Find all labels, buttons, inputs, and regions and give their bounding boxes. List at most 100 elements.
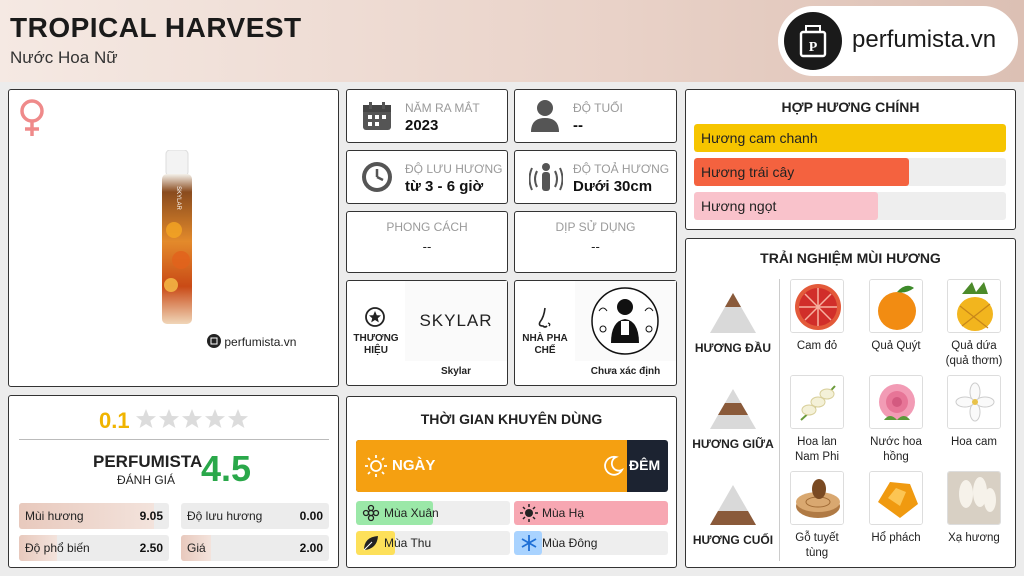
svg-text:P: P — [809, 40, 818, 55]
main-accords-card: HỢP HƯƠNG CHÍNH Hương cam chanh Hương tr… — [685, 89, 1016, 230]
rating-card: 0.1 PERFUMISTA ĐÁNH GIÁ 4.5 Mùi hương 9.0… — [8, 395, 339, 568]
style-label: PHONG CÁCH — [386, 220, 468, 234]
longevity-card: ĐỘ LƯU HƯƠNG từ 3 - 6 giờ — [346, 150, 508, 204]
note-label: Hổ phách — [871, 532, 921, 544]
pineapple-image — [947, 279, 1001, 333]
accord-label: Hương ngọt — [701, 198, 777, 214]
amber-image — [869, 471, 923, 525]
autumn-leaf-icon — [362, 534, 380, 555]
notes-divider — [779, 279, 780, 561]
perfumista-label: PERFUMISTA — [93, 452, 203, 471]
logo-text: perfumista.vn — [852, 26, 997, 53]
occasion-value: -- — [591, 239, 600, 254]
note-label: Nước hoa hồng — [870, 436, 922, 463]
pyramid-top-icon — [708, 291, 758, 340]
brand-name: Skylar — [440, 366, 472, 377]
accord-label: Hương trái cây — [701, 164, 795, 180]
note-label: Xạ hương — [948, 532, 1000, 544]
winter-snowflake-icon — [520, 534, 538, 555]
watermark: perfumista.vn — [207, 334, 296, 349]
perfumer-card[interactable]: NHÀ PHA CHẾ Chưa xác định — [514, 280, 677, 386]
notes-card: TRẢI NGHIỆM MÙI HƯƠNG HƯƠNG ĐẦU Cam đỏ Q… — [685, 238, 1016, 568]
season-summer: Mùa Hạ — [514, 501, 668, 525]
note-label: Cam đỏ — [796, 340, 838, 352]
occasion-card: DỊP SỬ DỤNG -- — [514, 211, 677, 273]
notes-title: TRẢI NGHIỆM MÙI HƯƠNG — [760, 250, 941, 266]
accords-title: HỢP HƯƠNG CHÍNH — [781, 99, 920, 115]
note-label: Gỗ tuyết tùng — [795, 532, 839, 559]
blood-orange-image — [790, 279, 844, 333]
accord-label: Hương cam chanh — [701, 130, 818, 146]
scent-radiation-icon — [528, 161, 564, 198]
accord-bar: Hương ngọt — [694, 192, 1006, 220]
occasion-label: DỊP SỬ DỤNG — [555, 220, 636, 234]
longevity-label: ĐỘ LƯU HƯƠNG — [405, 162, 503, 176]
time-card: THỜI GIAN KHUYÊN DÙNG NGÀY ĐÊM Mùa Xuân … — [346, 396, 677, 568]
brand-card[interactable]: THƯƠNG HIỆU SKYLAR Skylar — [346, 280, 508, 386]
sillage-card: ĐỘ TOẢ HƯƠNG Dưới 30cm — [514, 150, 677, 204]
season-winter: Mùa Đông — [514, 531, 668, 555]
note-label: Hoa cam — [950, 436, 998, 448]
user-score: 0.1 — [99, 408, 130, 433]
sillage-label: ĐỘ TOẢ HƯƠNG — [573, 162, 670, 176]
site-logo[interactable]: P perfumista.vn — [778, 6, 1018, 76]
brand-label: THƯƠNG HIỆU — [353, 333, 399, 356]
sun-icon — [365, 455, 387, 482]
header: TROPICAL HARVEST Nước Hoa Nữ P perfumist… — [0, 0, 1024, 82]
perfumer-avatar — [575, 281, 676, 361]
age-label: ĐỘ TUỔI — [573, 101, 623, 115]
watermark-text: perfumista.vn — [224, 335, 297, 349]
style-card: PHONG CÁCH -- — [346, 211, 508, 273]
style-value: -- — [422, 239, 432, 254]
accord-bar: Hương cam chanh — [694, 124, 1006, 152]
star-rating[interactable] — [135, 408, 251, 437]
note-label: Quả dứa (quả thơm) — [945, 340, 1003, 367]
perfume-bottle-logo-icon: P — [784, 12, 842, 70]
watermark-bottle-icon — [207, 334, 221, 348]
age-value: -- — [573, 117, 583, 134]
perfumer-name: Chưa xác định — [590, 366, 661, 377]
perfumista-score: 4.5 — [201, 448, 252, 489]
age-card: ĐỘ TUỔI -- — [514, 89, 677, 143]
launch-year-value: 2023 — [405, 117, 439, 134]
orange-blossom-image — [947, 375, 1001, 429]
rating-divider — [19, 439, 329, 440]
day-night-bar: NGÀY ĐÊM — [356, 440, 668, 492]
nose-icon — [537, 307, 553, 334]
season-spring: Mùa Xuân — [356, 501, 510, 525]
person-icon — [529, 98, 561, 139]
metric-longevity: Độ lưu hương 0.00 — [181, 503, 329, 529]
note-label: Hoa lan Nam Phi — [794, 436, 840, 463]
perfumista-sublabel: ĐÁNH GIÁ — [117, 473, 176, 487]
star-badge-icon — [365, 307, 385, 332]
season-autumn: Mùa Thu — [356, 531, 510, 555]
day-label: NGÀY — [392, 457, 436, 474]
pyramid-middle-icon — [708, 387, 758, 436]
perfume-bottle-image: SKYLAR — [159, 149, 195, 333]
page-subtitle: Nước Hoa Nữ — [10, 48, 118, 67]
musk-image — [947, 471, 1001, 525]
moon-icon — [602, 455, 625, 482]
bottle-brand-text: SKYLAR — [175, 186, 181, 210]
sillage-value: Dưới 30cm — [573, 178, 653, 195]
accord-bar: Hương trái cây — [694, 158, 1006, 186]
longevity-value: từ 3 - 6 giờ — [405, 178, 484, 195]
middle-notes-label: HƯƠNG GIỮA — [692, 437, 774, 451]
perfumer-label: NHÀ PHA CHẾ — [522, 333, 568, 356]
spring-flower-icon — [362, 504, 380, 525]
launch-year-label: NĂM RA MẮT — [405, 101, 480, 115]
night-label: ĐÊM — [629, 457, 661, 473]
product-image-card: SKYLAR perfumista.vn — [8, 89, 339, 387]
calendar-icon — [361, 100, 393, 137]
freesia-image — [790, 375, 844, 429]
page-title: TROPICAL HARVEST — [10, 12, 302, 43]
cedar-wood-image — [790, 471, 844, 525]
metric-scent: Mùi hương 9.05 — [19, 503, 169, 529]
base-notes-label: HƯƠNG CUỐI — [692, 533, 774, 547]
top-notes-label: HƯƠNG ĐẦU — [694, 341, 772, 355]
rose-image — [869, 375, 923, 429]
launch-year-card: NĂM RA MẮT 2023 — [346, 89, 508, 143]
tangerine-image — [869, 279, 923, 333]
female-symbol-icon — [17, 98, 47, 143]
metric-popularity: Độ phổ biến 2.50 — [19, 535, 169, 561]
